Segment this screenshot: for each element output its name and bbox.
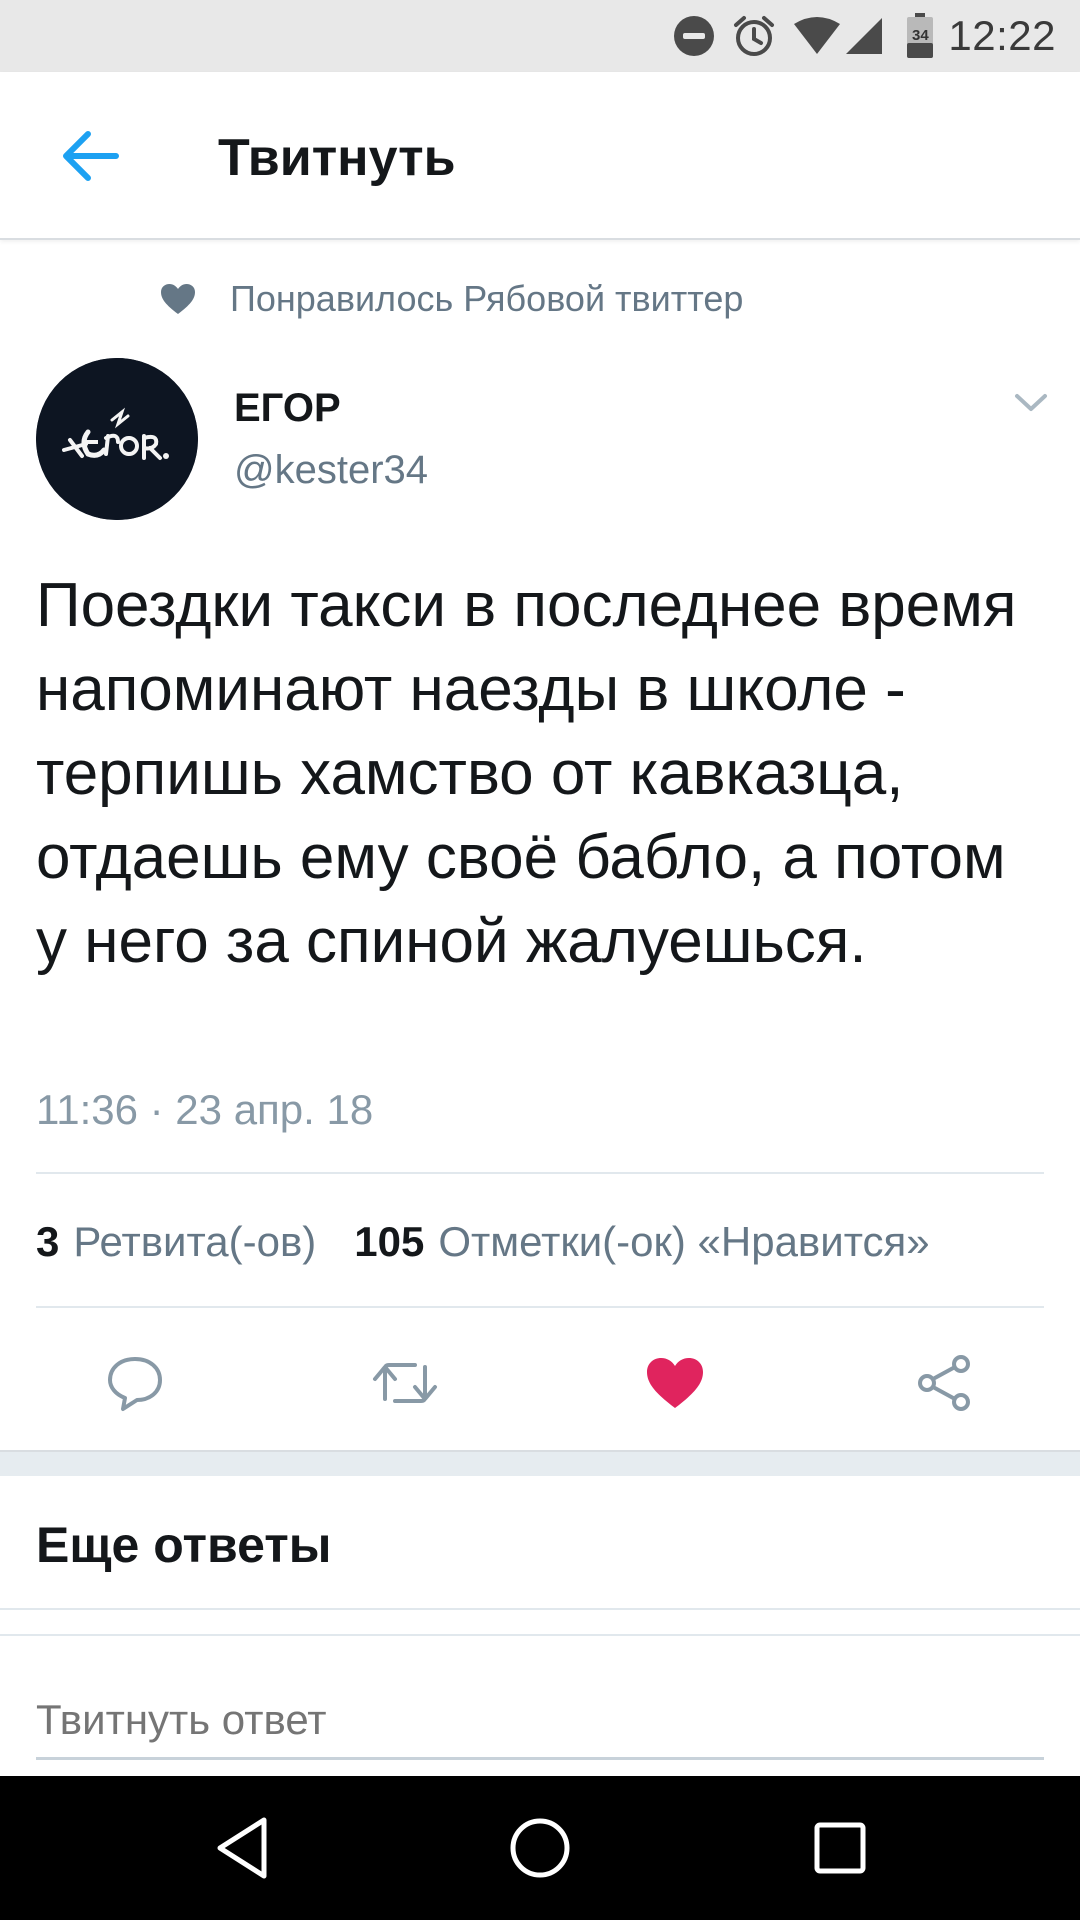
retweets-stat[interactable]: 3 Ретвита(-ов)	[36, 1218, 354, 1266]
likes-label: Отметки(-ок) «Нравится»	[438, 1218, 930, 1265]
battery-icon: 34	[906, 13, 934, 59]
cell-signal-icon	[844, 16, 884, 56]
heart-filled-icon	[647, 1358, 703, 1408]
home-circle-icon	[510, 1818, 570, 1878]
wifi-icon	[792, 16, 842, 56]
social-context[interactable]: Понравилось Рябовой твиттер	[160, 278, 743, 320]
tweet-text: Поездки такси в последнее время напомина…	[36, 571, 1017, 976]
reply-input[interactable]	[36, 1680, 1044, 1760]
divider	[36, 1172, 1044, 1174]
like-button[interactable]	[640, 1348, 710, 1418]
heart-icon	[161, 284, 195, 314]
tweet-actions	[0, 1330, 1080, 1430]
battery-level-text: 34	[912, 27, 929, 44]
avatar[interactable]	[36, 358, 198, 520]
nav-home-button[interactable]	[498, 1806, 582, 1890]
retweets-label: Ретвита(-ов)	[73, 1218, 317, 1265]
likes-stat[interactable]: 105 Отметки(-ок) «Нравится»	[354, 1218, 929, 1266]
recents-square-icon	[814, 1822, 866, 1874]
social-context-text: Понравилось Рябовой твиттер	[230, 278, 744, 319]
more-replies-heading: Еще ответы	[36, 1517, 332, 1573]
navigation-bar	[0, 1776, 1080, 1920]
app-bar: Твитнуть	[0, 72, 1080, 240]
status-bar: 34 12:22	[0, 0, 1080, 72]
author-name[interactable]: ЕГОР	[234, 386, 341, 431]
retweet-button[interactable]	[370, 1348, 440, 1418]
tweet-stats: 3 Ретвита(-ов) 105 Отметки(-ок) «Нравитс…	[36, 1218, 930, 1266]
section-separator	[0, 1450, 1080, 1476]
page-title: Твитнуть	[218, 129, 456, 187]
reply-icon	[108, 1357, 162, 1411]
alarm-icon	[732, 13, 776, 59]
reply-input-underline	[36, 1757, 1044, 1760]
divider	[0, 1634, 1080, 1636]
nav-back-button[interactable]	[200, 1806, 284, 1890]
tweet-timestamp: 11:36 · 23 апр. 18	[36, 1086, 374, 1133]
nav-recents-button[interactable]	[798, 1806, 882, 1890]
author-handle[interactable]: @kester34	[234, 448, 428, 493]
retweet-icon	[373, 1363, 437, 1403]
likes-count: 105	[354, 1218, 425, 1265]
status-icons: 34 12:22	[672, 10, 1056, 62]
arrow-left-icon	[63, 131, 119, 181]
share-button[interactable]	[910, 1348, 980, 1418]
avatar-graffiti-logo	[36, 358, 198, 520]
reply-button[interactable]	[100, 1348, 170, 1418]
tweet-options-button[interactable]	[1006, 382, 1056, 424]
screen: 34 12:22 Твитнуть Понравилось Рябовой тв…	[0, 0, 1080, 1920]
divider	[0, 1608, 1080, 1610]
retweets-count: 3	[36, 1218, 60, 1265]
do-not-disturb-icon	[672, 14, 716, 58]
status-time: 12:22	[948, 12, 1056, 59]
back-button[interactable]	[48, 114, 132, 198]
divider	[36, 1306, 1044, 1308]
back-triangle-icon	[217, 1817, 267, 1879]
share-icon	[918, 1355, 970, 1411]
chevron-down-icon	[1015, 394, 1047, 411]
